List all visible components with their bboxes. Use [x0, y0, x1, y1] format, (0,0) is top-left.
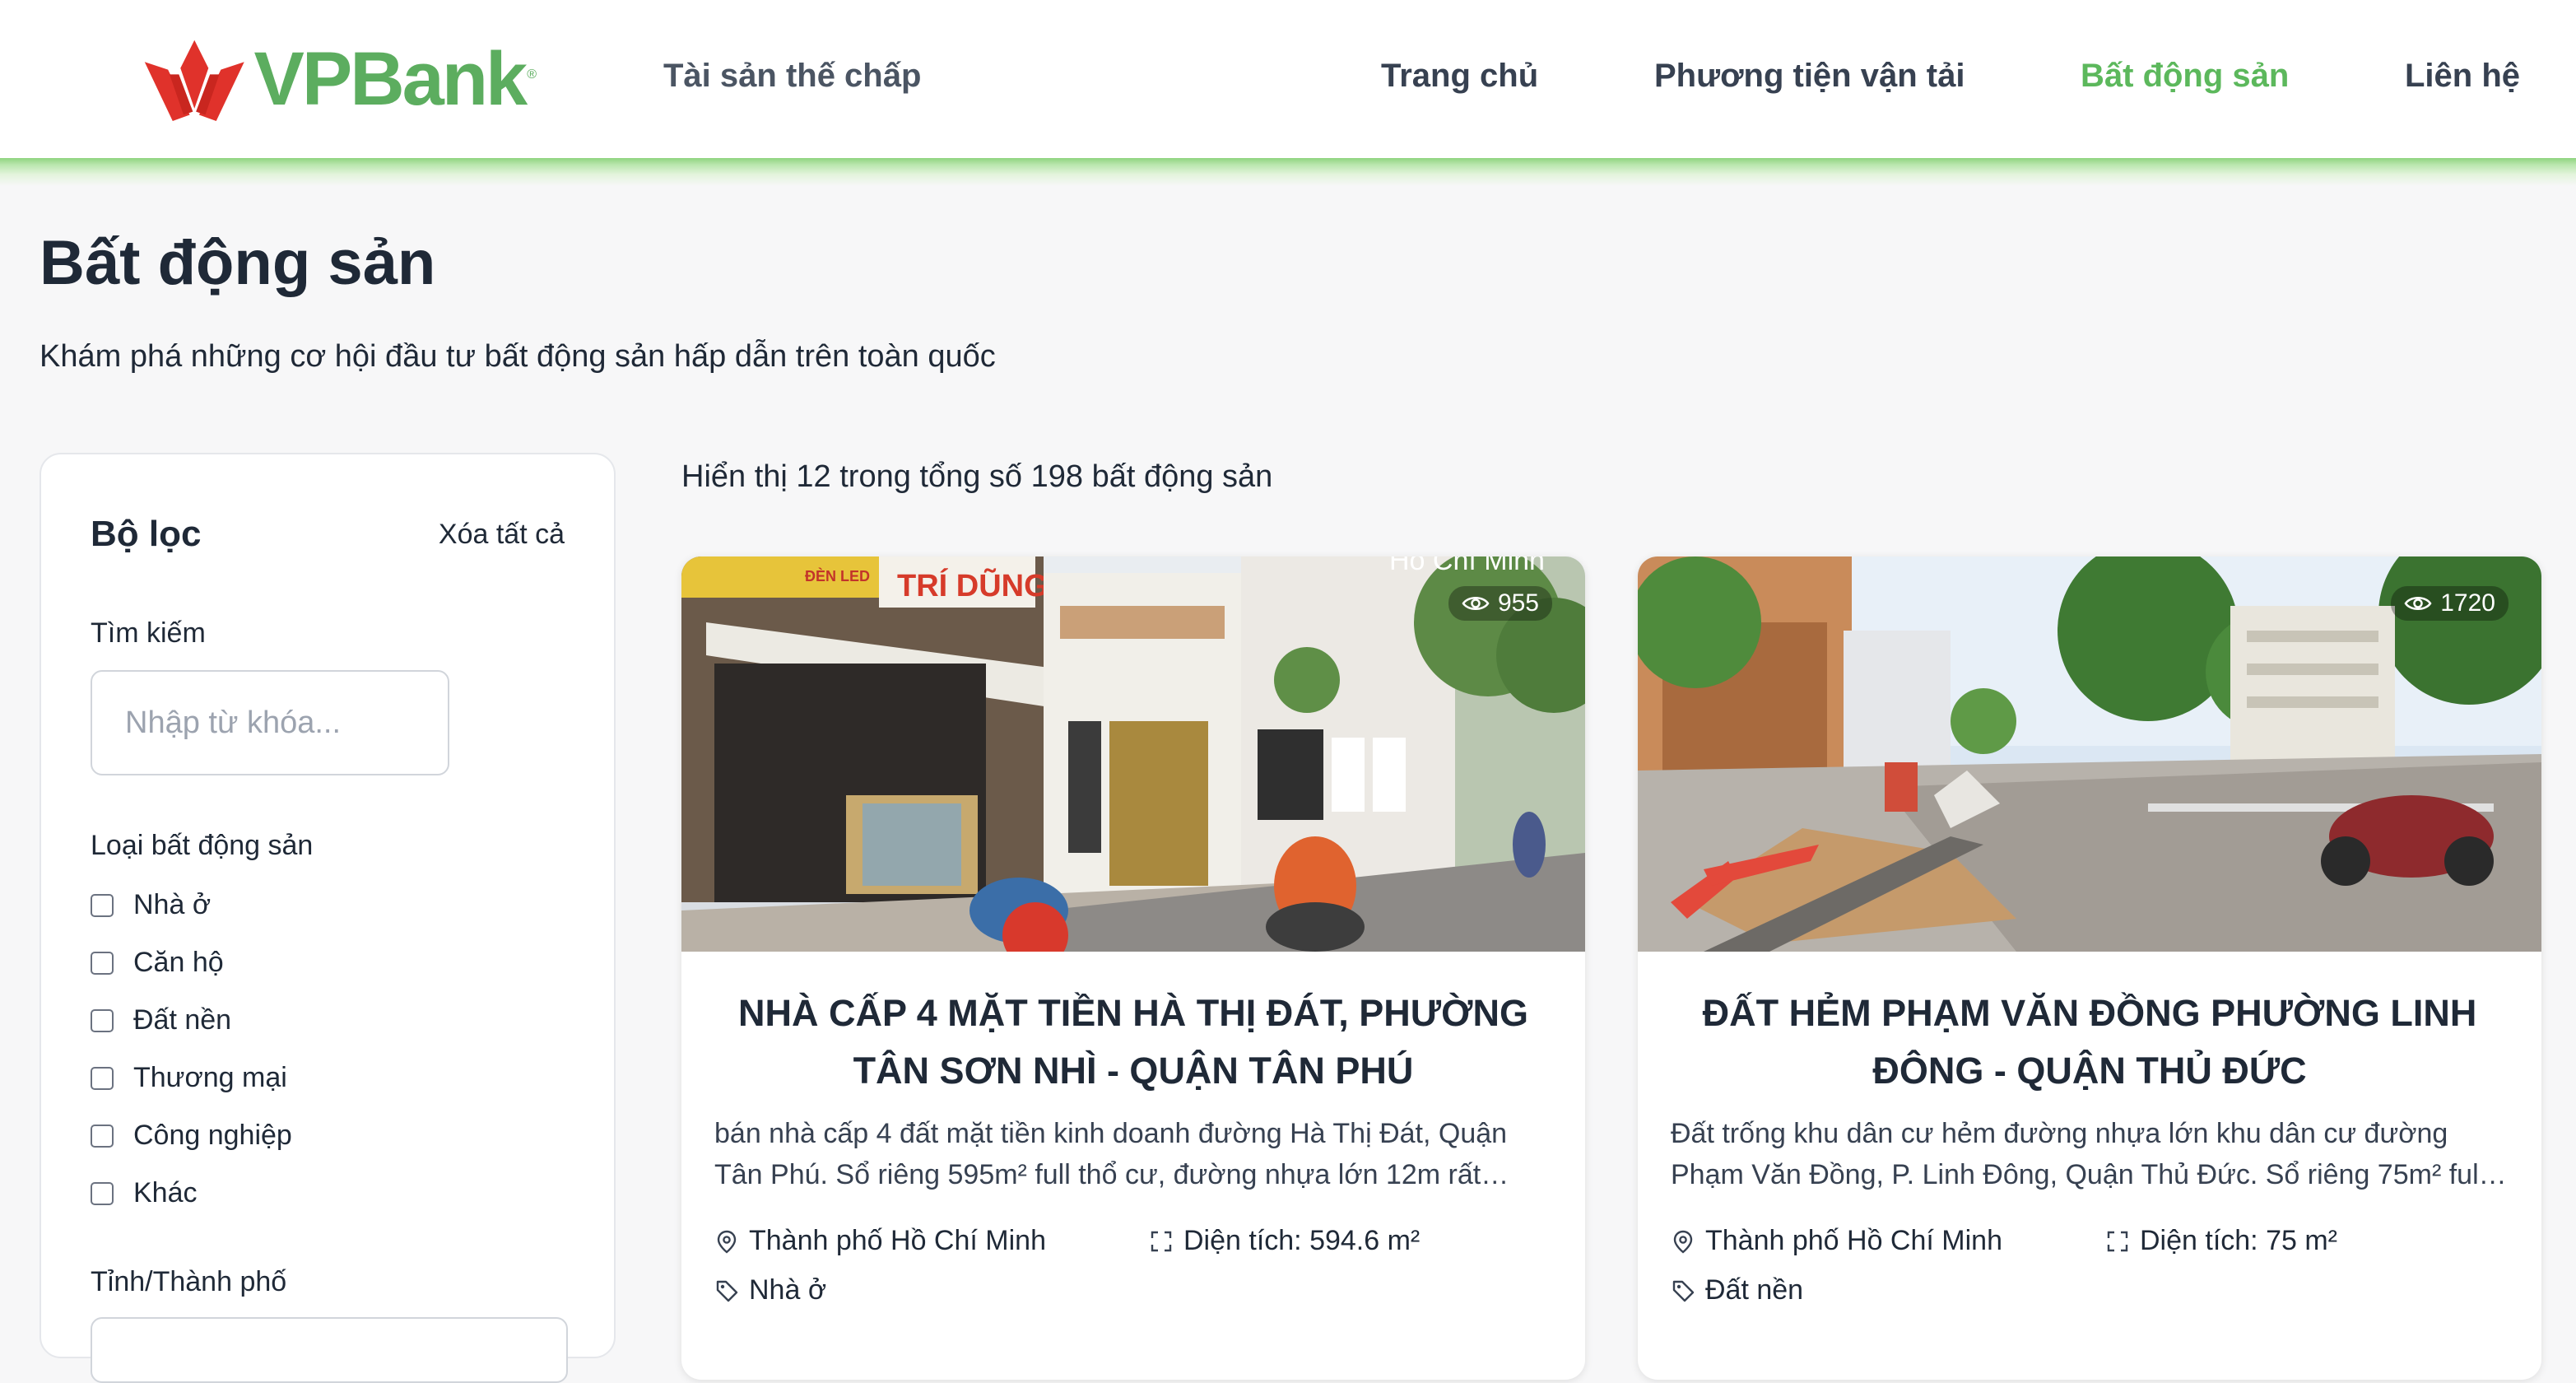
site-header: VPBank ® Tài sản thế chấp Trang chủ Phươ… [0, 0, 2576, 161]
property-title[interactable]: ĐẤT HẺM PHẠM VĂN ĐỒNG PHƯỜNG LINH ĐÔNG -… [1662, 985, 2517, 1100]
view-count-badge: 1720 [2391, 586, 2509, 621]
property-title[interactable]: NHÀ CẤP 4 MẶT TIỀN HÀ THỊ ĐÁT, PHƯỜNG TÂ… [706, 985, 1560, 1100]
type-option-label: Thương mại [133, 1062, 287, 1093]
clear-all-button[interactable]: Xóa tất cả [439, 519, 565, 551]
type-option-label: Công nghiệp [133, 1120, 292, 1151]
location-text: Thành phố Hồ Chí Minh [749, 1225, 1046, 1256]
property-location: Thành phố Hồ Chí Minh [1671, 1225, 2002, 1257]
property-description: bán nhà cấp 4 đất mặt tiền kinh doanh đư… [714, 1118, 1508, 1190]
view-count: 1720 [2440, 589, 2495, 617]
shop-sign-text: TRÍ DŨNG [897, 567, 1049, 603]
results-count: Hiển thị 12 trong tổng số 198 bất động s… [681, 459, 1273, 494]
property-card[interactable]: TRÍ DŨNG ĐÈN LED Hồ Chí Minh 955 NHÀ CẤP… [681, 556, 1585, 1380]
type-option-apartment[interactable]: Căn hộ [91, 947, 224, 979]
area-icon [2107, 1231, 2128, 1251]
type-text: Đất nền [1705, 1274, 1804, 1306]
property-photo[interactable]: TRÍ DŨNG ĐÈN LED Hồ Chí Minh 955 [681, 556, 1585, 952]
nav-real-estate[interactable]: Bất động sản [2081, 58, 2289, 95]
city-label: Tỉnh/Thành phố [91, 1266, 287, 1297]
page-subtitle: Khám phá những cơ hội đầu tư bất động sả… [40, 339, 996, 374]
street-photo: TRÍ DŨNG ĐÈN LED [681, 556, 1585, 952]
checkbox[interactable] [91, 951, 114, 975]
type-option-label: Khác [133, 1177, 198, 1208]
checkbox[interactable] [91, 1124, 114, 1148]
eye-icon [2404, 597, 2432, 610]
property-type-label: Loại bất động sản [91, 830, 314, 861]
filter-panel: Bộ lọc Xóa tất cả Tìm kiếm Loại bất động… [40, 453, 616, 1383]
property-card[interactable]: 1720 ĐẤT HẺM PHẠM VĂN ĐỒNG PHƯỜNG LINH Đ… [1638, 556, 2541, 1380]
type-option-label: Căn hộ [133, 947, 224, 978]
checkbox[interactable] [91, 1066, 114, 1090]
nav-vehicles[interactable]: Phương tiện vận tải [1654, 58, 1965, 95]
type-text: Nhà ở [749, 1274, 827, 1306]
tag-icon [1672, 1280, 1695, 1302]
search-label: Tìm kiếm [91, 617, 206, 649]
type-option-label: Nhà ở [133, 889, 212, 920]
filter-title: Bộ lọc [91, 514, 202, 554]
nav-home[interactable]: Trang chủ [1381, 58, 1538, 95]
photo-watermark: Hồ Chí Minh [1389, 556, 1545, 576]
header-accent-bar [0, 158, 2576, 186]
property-type: Đất nền [1671, 1274, 1803, 1306]
property-photo[interactable]: 1720 [1638, 556, 2541, 952]
checkbox[interactable] [91, 893, 114, 917]
map-pin-icon [1673, 1230, 1693, 1254]
area-text: Diện tích: 594.6 m² [1183, 1225, 1421, 1256]
tag-icon [716, 1280, 738, 1302]
map-pin-icon [717, 1230, 737, 1254]
logo-text: VPBank [253, 37, 528, 121]
city-select[interactable] [91, 1317, 568, 1383]
checkbox[interactable] [91, 1008, 114, 1032]
type-option-industrial[interactable]: Công nghiệp [91, 1120, 292, 1152]
property-location: Thành phố Hồ Chí Minh [714, 1225, 1046, 1257]
area-icon [1151, 1231, 1172, 1251]
type-option-label: Đất nền [133, 1004, 232, 1036]
section-label[interactable]: Tài sản thế chấp [663, 58, 921, 95]
location-text: Thành phố Hồ Chí Minh [1705, 1225, 2002, 1256]
vpbank-logo[interactable]: VPBank ® [142, 31, 537, 127]
type-option-other[interactable]: Khác [91, 1177, 198, 1209]
vpbank-lotus-icon [144, 40, 244, 122]
type-option-land[interactable]: Đất nền [91, 1004, 231, 1036]
property-type: Nhà ở [714, 1274, 826, 1306]
checkbox[interactable] [91, 1181, 114, 1205]
view-count-badge: 955 [1448, 586, 1552, 621]
type-option-commercial[interactable]: Thương mại [91, 1062, 287, 1094]
search-input[interactable] [91, 670, 449, 775]
type-option-house[interactable]: Nhà ở [91, 889, 211, 921]
property-description: Đất trống khu dân cư hẻm đường nhựa lớn … [1671, 1118, 2485, 1190]
shop-sign-text-2: ĐÈN LED [805, 567, 870, 584]
property-area: Diện tích: 594.6 m² [1149, 1225, 1420, 1257]
property-area: Diện tích: 75 m² [2105, 1225, 2337, 1257]
registered-mark: ® [527, 68, 537, 81]
view-count: 955 [1497, 589, 1539, 617]
area-text: Diện tích: 75 m² [2140, 1225, 2337, 1256]
eye-icon [1462, 597, 1490, 610]
page-title: Bất động sản [40, 228, 436, 298]
nav-contact[interactable]: Liên hệ [2405, 58, 2520, 95]
